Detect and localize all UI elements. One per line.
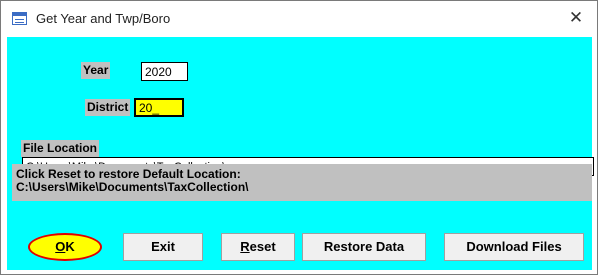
form-icon xyxy=(12,12,27,25)
close-button[interactable]: ✕ xyxy=(563,7,589,29)
exit-button[interactable]: Exit xyxy=(123,233,203,261)
reset-info-box: Click Reset to restore Default Location:… xyxy=(12,164,592,201)
default-location-text: C:\Users\Mike\Documents\TaxCollection\ xyxy=(16,180,249,194)
file-location-label: File Location xyxy=(21,140,100,157)
window-title: Get Year and Twp/Boro xyxy=(36,11,171,26)
ok-accelerator: O xyxy=(55,239,66,254)
restore-data-button[interactable]: Restore Data xyxy=(302,233,426,261)
dialog-window: Get Year and Twp/Boro ✕ Year District Fi… xyxy=(0,0,598,275)
title-bar[interactable]: Get Year and Twp/Boro ✕ xyxy=(1,1,597,37)
reset-button[interactable]: Reset xyxy=(221,233,295,261)
reset-label-rest: eset xyxy=(249,239,276,254)
district-input[interactable] xyxy=(134,98,184,117)
ok-button[interactable]: OK xyxy=(28,233,102,261)
district-label: District xyxy=(85,99,131,116)
year-label: Year xyxy=(81,62,111,79)
reset-accelerator: R xyxy=(240,239,250,254)
download-files-button[interactable]: Download Files xyxy=(444,233,584,261)
ok-label-rest: K xyxy=(65,239,75,254)
year-input[interactable] xyxy=(141,62,188,81)
